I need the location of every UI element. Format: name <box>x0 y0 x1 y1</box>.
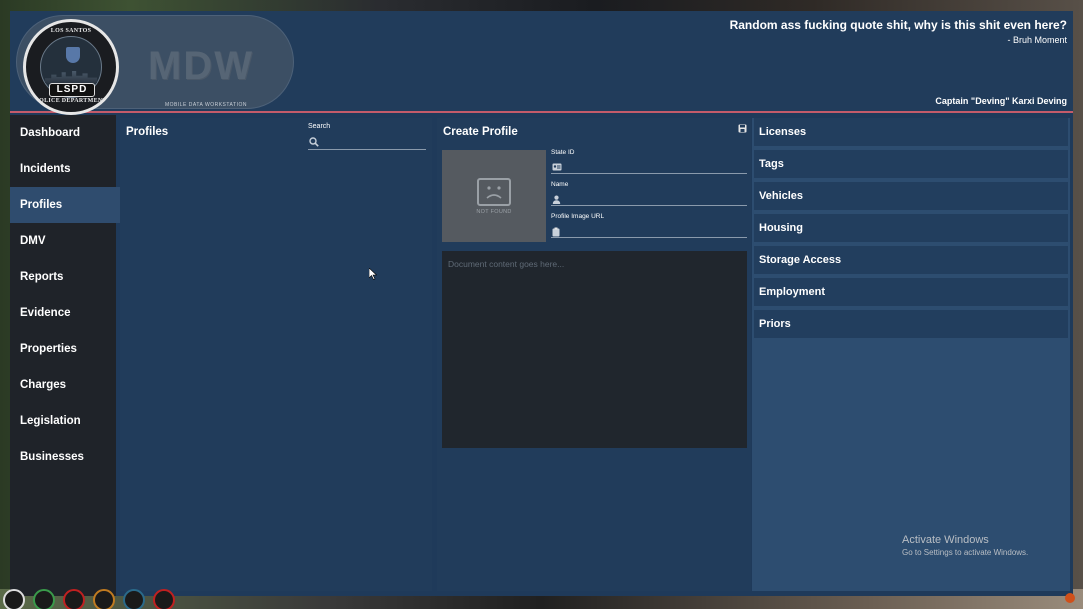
sidebar-item-reports[interactable]: Reports <box>10 259 116 295</box>
sidebar-item-dashboard[interactable]: Dashboard <box>10 115 116 151</box>
clipboard-icon <box>552 227 560 237</box>
sidebar-item-legislation[interactable]: Legislation <box>10 403 116 439</box>
state-id-field <box>551 160 747 174</box>
skyline-graphic <box>45 71 97 83</box>
sidebar-item-businesses[interactable]: Businesses <box>10 439 116 475</box>
hud-icon <box>123 589 145 609</box>
image-url-label: Profile Image URL <box>551 213 605 220</box>
profile-details-panel: Licenses Tags Vehicles Housing Storage A… <box>752 118 1070 591</box>
user-icon <box>552 195 561 204</box>
section-tags[interactable]: Tags <box>754 150 1068 178</box>
hud-icon <box>93 589 115 609</box>
sidebar-item-dmv[interactable]: DMV <box>10 223 116 259</box>
windows-activation-watermark: Activate Windows Go to Settings to activ… <box>902 534 1028 557</box>
profile-image-placeholder: NOT FOUND <box>442 150 546 242</box>
watermark-title: Activate Windows <box>902 534 989 546</box>
search-field <box>308 134 426 150</box>
hud-icon <box>3 589 25 609</box>
id-card-icon <box>552 163 562 171</box>
image-url-input[interactable] <box>565 224 743 237</box>
save-icon[interactable] <box>738 124 747 133</box>
mouse-cursor-icon <box>369 268 377 280</box>
sad-face-icon <box>477 178 511 206</box>
not-found-text: NOT FOUND <box>476 209 512 215</box>
hud-status-icons <box>3 589 183 609</box>
create-profile-panel: Create Profile NOT FOUND State ID Name P… <box>437 118 751 591</box>
header-quote: Random ass fucking quote shit, why is th… <box>729 18 1067 32</box>
section-housing[interactable]: Housing <box>754 214 1068 242</box>
state-id-label: State ID <box>551 149 575 156</box>
sidebar-item-evidence[interactable]: Evidence <box>10 295 116 331</box>
watermark-subtitle: Go to Settings to activate Windows. <box>902 548 1029 557</box>
badge-inner: LSPD <box>40 36 102 98</box>
quote-author: - Bruh Moment <box>1007 35 1067 45</box>
sidebar-item-incidents[interactable]: Incidents <box>10 151 116 187</box>
section-storage-access[interactable]: Storage Access <box>754 246 1068 274</box>
sidebar-item-charges[interactable]: Charges <box>10 367 116 403</box>
sidebar: Dashboard Incidents Profiles DMV Reports… <box>10 115 120 596</box>
name-field <box>551 192 747 206</box>
badge-lspd-text: LSPD <box>49 83 95 97</box>
image-url-field <box>551 224 747 238</box>
app-subtitle: MOBILE DATA WORKSTATION <box>165 102 247 108</box>
tray-app-icon <box>1065 593 1075 603</box>
sidebar-item-properties[interactable]: Properties <box>10 331 116 367</box>
section-employment[interactable]: Employment <box>754 278 1068 306</box>
hud-icon <box>33 589 55 609</box>
app-logo-text: MDW <box>148 44 254 88</box>
name-label: Name <box>551 181 569 188</box>
hud-icon <box>153 589 175 609</box>
search-icon <box>309 137 319 147</box>
section-priors[interactable]: Priors <box>754 310 1068 338</box>
document-editor <box>442 251 747 448</box>
section-licenses[interactable]: Licenses <box>754 118 1068 146</box>
shield-icon <box>66 47 80 63</box>
badge-bottom-text: POLICE DEPARTMENT <box>35 98 107 104</box>
profiles-panel: Profiles Search <box>120 118 432 591</box>
hud-icon <box>63 589 85 609</box>
create-profile-title: Create Profile <box>443 126 518 138</box>
section-vehicles[interactable]: Vehicles <box>754 182 1068 210</box>
name-input[interactable] <box>565 192 743 205</box>
officer-name: Captain "Deving" Karxi Deving <box>935 96 1067 106</box>
state-id-input[interactable] <box>565 160 743 173</box>
header: LOS SANTOS LSPD POLICE DEPARTMENT MDW MO… <box>10 11 1073 115</box>
badge-top-text: LOS SANTOS <box>50 28 92 34</box>
search-label: Search <box>308 123 331 130</box>
sidebar-item-profiles[interactable]: Profiles <box>10 187 120 223</box>
mdw-window: LOS SANTOS LSPD POLICE DEPARTMENT MDW MO… <box>10 11 1073 596</box>
profiles-title: Profiles <box>126 126 169 138</box>
lspd-badge-logo: LOS SANTOS LSPD POLICE DEPARTMENT <box>23 19 119 115</box>
logo-banner: LOS SANTOS LSPD POLICE DEPARTMENT MDW MO… <box>16 15 294 115</box>
document-textarea[interactable] <box>442 251 747 448</box>
search-input[interactable] <box>322 134 422 149</box>
